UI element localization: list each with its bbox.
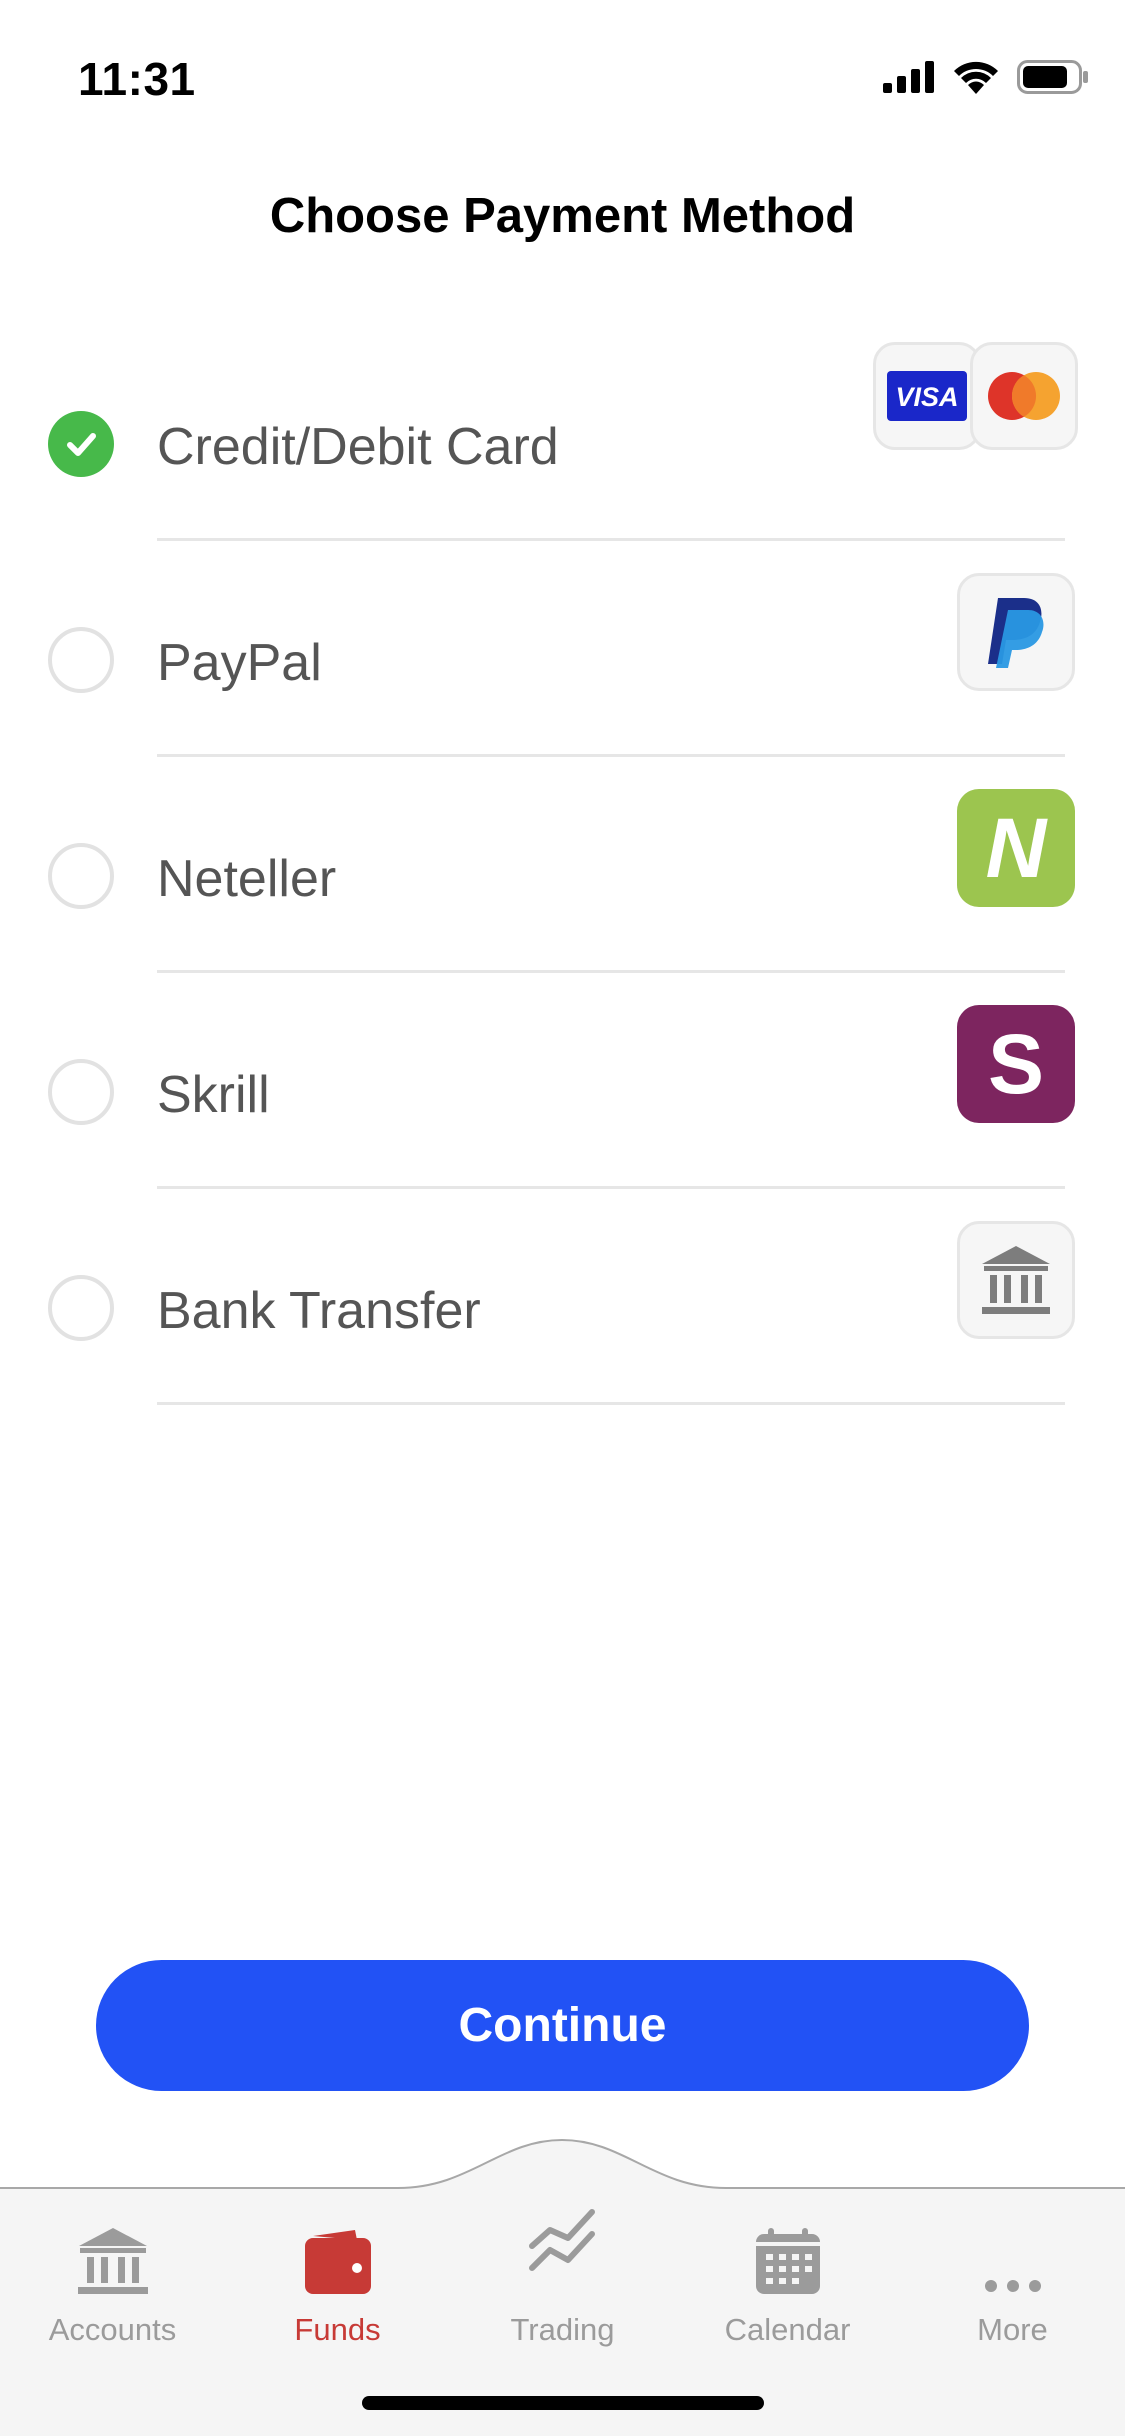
mastercard-icon	[970, 342, 1078, 450]
page-title: Choose Payment Method	[269, 189, 856, 243]
skrill-letter: S	[987, 1017, 1045, 1111]
visa-icon: VISA	[873, 342, 981, 450]
tab-calendar[interactable]: Calendar	[675, 2208, 900, 2388]
payment-method-list: Credit/Debit Card VISA PayPal Neteller N…	[0, 325, 1125, 1405]
tab-label: Funds	[294, 2312, 381, 2347]
wallet-icon	[225, 2216, 450, 2296]
payment-option-bank-transfer[interactable]: Bank Transfer	[0, 1189, 1125, 1405]
tab-more[interactable]: More	[900, 2208, 1125, 2388]
payment-option-label: Skrill	[157, 1066, 270, 1124]
radio-unselected[interactable]	[48, 843, 114, 909]
chart-icon	[450, 2196, 675, 2276]
tab-funds[interactable]: Funds	[225, 2208, 450, 2388]
payment-option-label: PayPal	[157, 634, 322, 692]
tab-label: More	[977, 2312, 1048, 2347]
status-time: 11:31	[78, 53, 196, 105]
neteller-letter: N	[985, 801, 1047, 895]
signal-icon	[883, 61, 935, 98]
payment-option-paypal[interactable]: PayPal	[0, 541, 1125, 757]
payment-option-card[interactable]: Credit/Debit Card VISA	[0, 325, 1125, 541]
bank-icon	[0, 2216, 225, 2296]
continue-button[interactable]: Continue	[96, 1960, 1029, 2091]
battery-icon	[1017, 60, 1089, 99]
neteller-icon: N	[957, 789, 1075, 907]
radio-unselected[interactable]	[48, 1275, 114, 1341]
home-indicator	[362, 2396, 764, 2410]
payment-option-skrill[interactable]: Skrill S	[0, 973, 1125, 1189]
tab-label: Trading	[510, 2312, 615, 2347]
payment-option-label: Bank Transfer	[157, 1282, 481, 1340]
wifi-icon	[953, 60, 999, 99]
divider	[157, 1402, 1065, 1405]
payment-option-label: Credit/Debit Card	[157, 418, 559, 476]
radio-selected-check-icon[interactable]	[48, 411, 114, 477]
tab-accounts[interactable]: Accounts	[0, 2208, 225, 2388]
radio-unselected[interactable]	[48, 1059, 114, 1125]
more-icon	[900, 2216, 1125, 2296]
skrill-icon: S	[957, 1005, 1075, 1123]
payment-option-label: Neteller	[157, 850, 337, 908]
tab-label: Accounts	[48, 2312, 177, 2347]
status-icons	[883, 60, 1089, 99]
radio-unselected[interactable]	[48, 627, 114, 693]
tab-label: Calendar	[724, 2312, 851, 2347]
calendar-icon	[675, 2216, 900, 2296]
status-bar: 11:31	[0, 0, 1125, 150]
payment-option-neteller[interactable]: Neteller N	[0, 757, 1125, 973]
paypal-icon	[957, 573, 1075, 691]
bank-icon	[957, 1221, 1075, 1339]
visa-text: VISA	[895, 382, 958, 412]
tab-trading[interactable]: Trading	[450, 2188, 675, 2368]
